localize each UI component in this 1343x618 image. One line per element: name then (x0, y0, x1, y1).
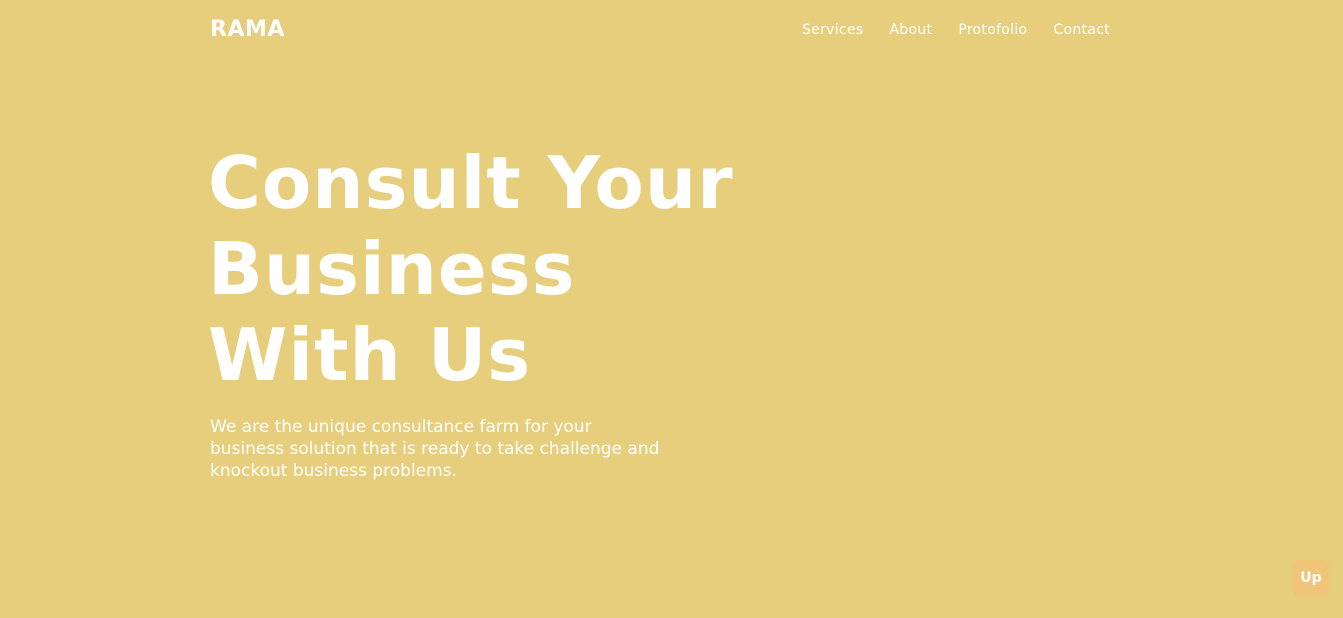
nav-link-about[interactable]: About (889, 21, 932, 39)
hero-title-line: Business (208, 227, 576, 311)
nav-link-services[interactable]: Services (802, 21, 863, 39)
hero-title-line: Consult Your (208, 141, 734, 225)
main-nav: Services About Protofolio Contact (802, 21, 1110, 39)
site-header: RAMA Services About Protofolio Contact (210, 0, 1110, 60)
nav-link-contact[interactable]: Contact (1053, 21, 1110, 39)
nav-link-portfolio[interactable]: Protofolio (958, 21, 1027, 39)
scroll-to-top-button[interactable]: Up (1293, 560, 1329, 596)
hero-title: Consult Your Business With Us (208, 140, 828, 398)
logo[interactable]: RAMA (210, 17, 285, 43)
hero-subtitle: We are the unique consultance farm for y… (210, 417, 660, 481)
hero-title-line: With Us (208, 313, 532, 397)
